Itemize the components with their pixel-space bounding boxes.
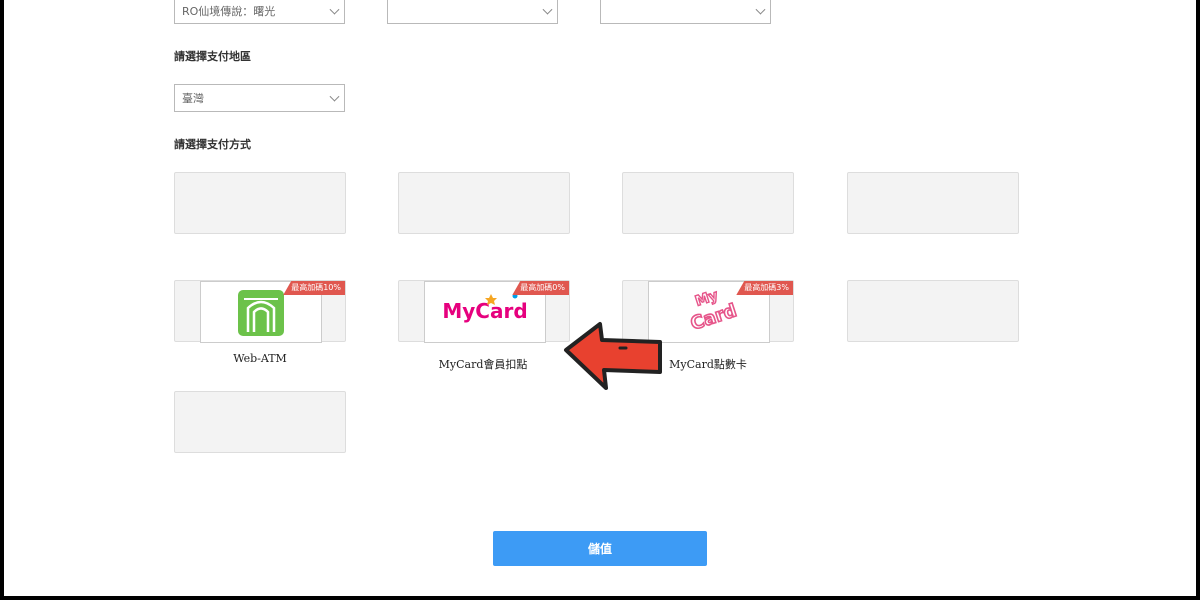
payment-method-mycard-member[interactable]: MyCard 最高加碼0% [398,280,570,343]
region-label: 請選擇支付地區 [174,50,251,63]
region-select-value: 臺灣 [182,92,204,105]
chevron-down-icon [542,4,553,15]
payment-method-web-atm[interactable]: 最高加碼10% [174,280,346,343]
payment-method-card[interactable] [847,172,1019,234]
mycard-card-label: MyCard點數卡 [669,358,747,371]
payment-method-card[interactable] [174,391,346,453]
submit-button[interactable]: 儲值 [493,531,707,566]
chevron-down-icon [755,4,766,15]
game-select[interactable]: RO仙境傳說：曙光 [174,0,345,24]
chevron-down-icon [329,91,340,102]
payment-method-card[interactable] [847,280,1019,342]
svg-text:MyCard: MyCard [442,299,527,323]
bonus-badge: 最高加碼0% [512,281,569,295]
svg-text:Card: Card [688,300,739,335]
character-select[interactable] [600,0,771,24]
payment-method-card[interactable] [398,172,570,234]
payment-method-card[interactable] [174,172,346,234]
server-select[interactable] [387,0,558,24]
bonus-badge: 最高加碼3% [736,281,793,295]
game-select-value: RO仙境傳說：曙光 [182,5,276,18]
bonus-badge: 最高加碼10% [283,281,345,295]
payment-method-label: 請選擇支付方式 [174,138,251,151]
web-atm-label: Web-ATM [233,352,287,365]
mycard-member-label: MyCard會員扣點 [438,358,528,371]
region-select[interactable]: 臺灣 [174,84,345,112]
arrow-pointer-icon [564,322,662,390]
page: RO仙境傳說：曙光 請選擇支付地區 臺灣 請選擇支付方式 最高加碼10% Web… [4,0,1196,596]
payment-method-card[interactable] [622,172,794,234]
chevron-down-icon [329,4,340,15]
